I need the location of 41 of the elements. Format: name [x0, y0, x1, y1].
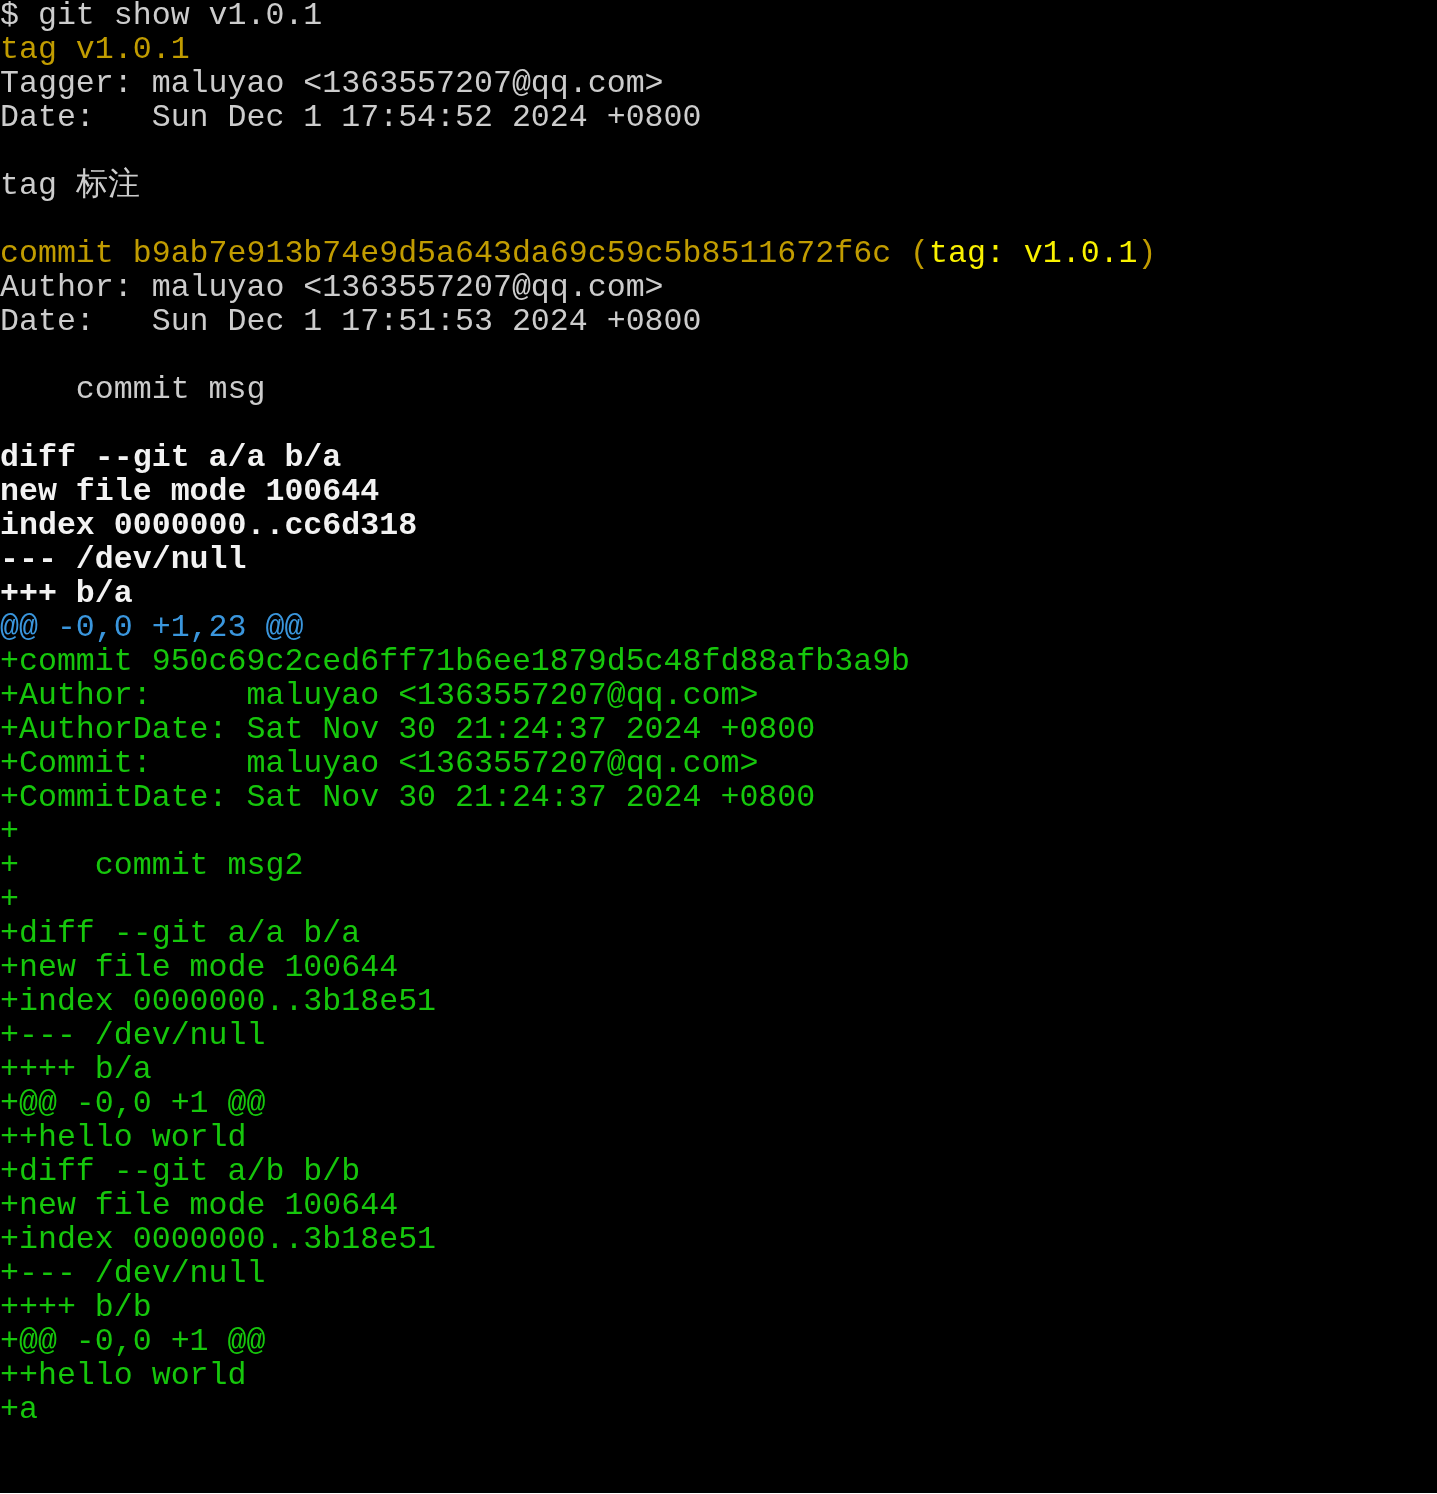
terminal-text: Author: maluyao <1363557207@qq.com>: [0, 270, 664, 305]
terminal-text: commit b9ab7e913b74e9d5a643da69c59c5b8511672f6c: [0, 236, 892, 271]
terminal-text: tag: v1.0.1: [929, 236, 1138, 271]
terminal-text: --- /dev/null: [0, 542, 247, 577]
terminal-text: +index 0000000..3b18e51: [0, 984, 437, 1019]
terminal-text: Tagger: maluyao <1363557207@qq.com>: [0, 66, 664, 101]
terminal-text: @@ -0,0 +1,23 @@: [0, 610, 304, 645]
terminal-text: +--- /dev/null: [0, 1018, 266, 1053]
terminal-text: +new file mode 100644: [0, 1188, 399, 1223]
terminal-text: + commit msg2: [0, 848, 304, 883]
terminal-text: ++++ b/b: [0, 1290, 152, 1325]
terminal-text: tag 标注: [0, 168, 140, 203]
terminal-text: +@@ -0,0 +1 @@: [0, 1324, 266, 1359]
terminal-text: new file mode 100644: [0, 474, 380, 509]
terminal-text: +++ b/a: [0, 576, 133, 611]
terminal-text: +@@ -0,0 +1 @@: [0, 1086, 266, 1121]
terminal-text: Date: Sun Dec 1 17:54:52 2024 +0800: [0, 100, 702, 135]
terminal-text: +new file mode 100644: [0, 950, 399, 985]
terminal-text: +--- /dev/null: [0, 1256, 266, 1291]
terminal-text: +AuthorDate: Sat Nov 30 21:24:37 2024 +0800: [0, 712, 816, 747]
terminal-text: ++hello world: [0, 1358, 247, 1393]
terminal-text: ): [1137, 236, 1157, 271]
terminal-text: Date: Sun Dec 1 17:51:53 2024 +0800: [0, 304, 702, 339]
terminal-text: ++hello world: [0, 1120, 247, 1155]
terminal-text: +Author: maluyao <1363557207@qq.com>: [0, 678, 759, 713]
terminal-text: ++++ b/a: [0, 1052, 152, 1087]
terminal-text: commit msg: [74, 372, 266, 407]
terminal-text: diff --git a/a b/a: [0, 440, 342, 475]
terminal-text: +Commit: maluyao <1363557207@qq.com>: [0, 746, 759, 781]
terminal-text: tag v1.0.1: [0, 32, 190, 67]
terminal-text: index 0000000..cc6d318: [0, 508, 418, 543]
terminal-text: +commit 950c69c2ced6ff71b6ee1879d5c48fd88afb3a9b: [0, 644, 911, 679]
terminal-text: +diff --git a/a b/a: [0, 916, 361, 951]
terminal-text: +CommitDate: Sat Nov 30 21:24:37 2024 +0800: [0, 780, 816, 815]
terminal-text: +a: [0, 1392, 38, 1427]
terminal-text: +diff --git a/b b/b: [0, 1154, 361, 1189]
terminal-text: +: [0, 882, 19, 917]
terminal-text: +: [0, 814, 19, 849]
terminal-text: $ git show v1.0.1: [0, 0, 323, 33]
terminal-text: (: [909, 236, 929, 271]
terminal-text: +index 0000000..3b18e51: [0, 1222, 437, 1257]
